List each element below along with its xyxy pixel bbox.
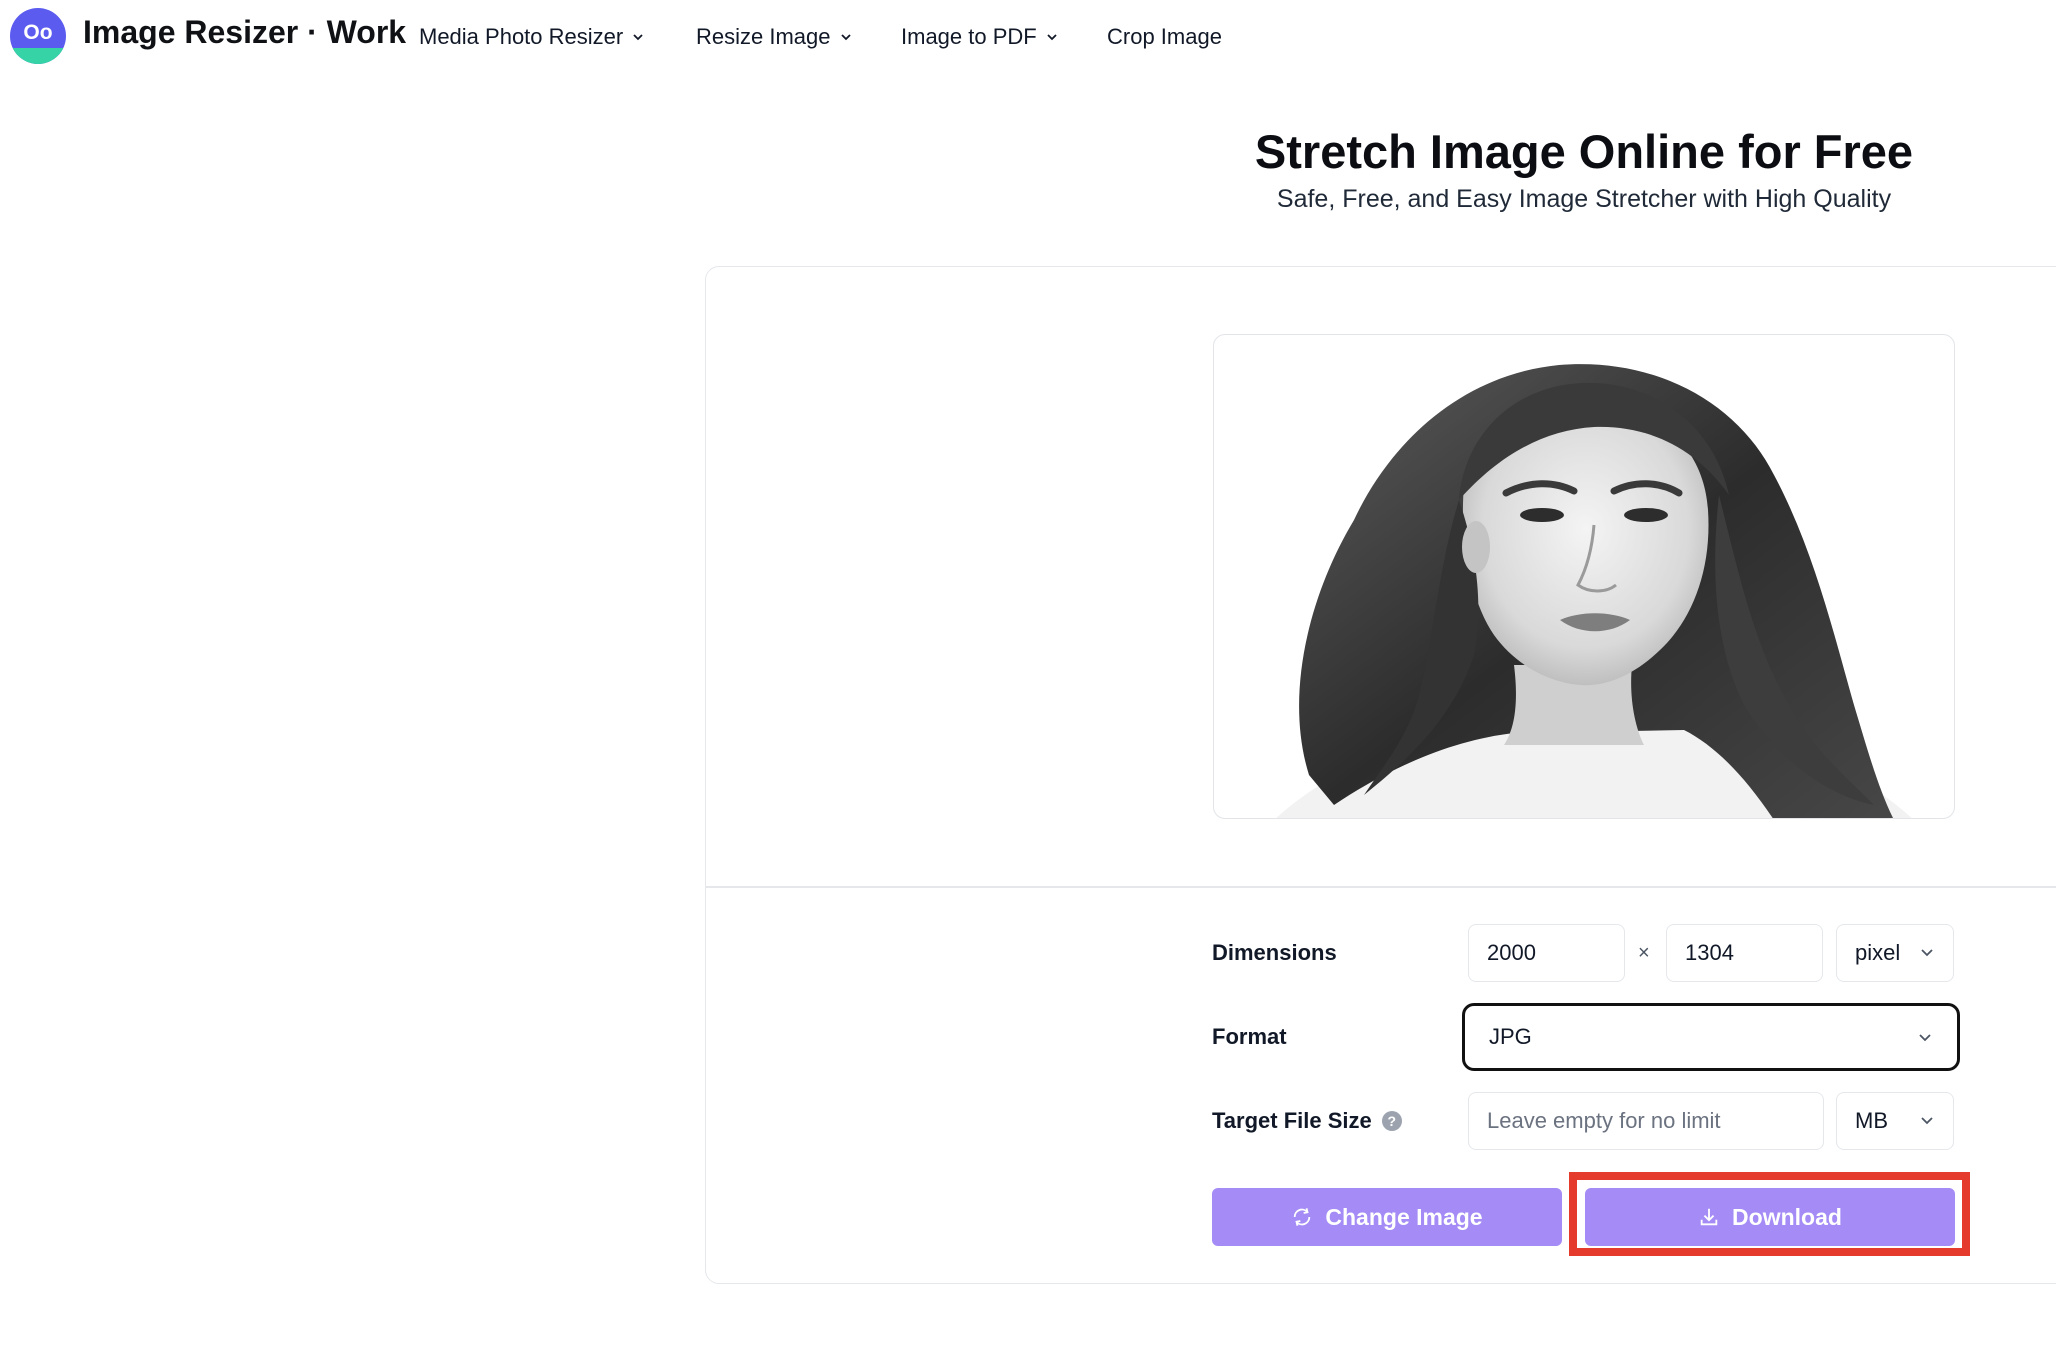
logo-text: Oo: [23, 21, 53, 44]
nav-crop-image[interactable]: Crop Image: [1107, 24, 1222, 50]
download-highlight-box: [1569, 1172, 1970, 1256]
width-value: 2000: [1487, 940, 1536, 965]
dimensions-label-text: Dimensions: [1212, 940, 1337, 965]
unit-select[interactable]: pixel: [1836, 924, 1954, 982]
format-label: Format: [1212, 1024, 1287, 1050]
height-input[interactable]: 1304: [1666, 924, 1823, 982]
target-size-placeholder: Leave empty for no limit: [1487, 1108, 1721, 1133]
chevron-down-icon: [1919, 1034, 1931, 1042]
page-title: Stretch Image Online for Free: [1254, 125, 1914, 178]
nav-label: Crop Image: [1107, 24, 1222, 49]
nav-image-to-pdf[interactable]: Image to PDF: [901, 24, 1059, 50]
target-size-label-text: Target File Size: [1212, 1108, 1372, 1133]
chevron-down-icon: [1921, 1117, 1933, 1125]
size-unit-select[interactable]: MB: [1836, 1092, 1954, 1150]
target-size-input[interactable]: Leave empty for no limit: [1468, 1092, 1824, 1150]
portrait-image: [1276, 364, 1912, 818]
chevron-down-icon: [840, 34, 851, 41]
brand-name[interactable]: Image Resizer · Work: [83, 14, 406, 51]
target-size-label: Target File Size ?: [1212, 1108, 1402, 1134]
dimensions-label: Dimensions: [1212, 940, 1337, 966]
card-divider: [706, 886, 2056, 888]
change-image-button[interactable]: Change Image: [1212, 1188, 1562, 1246]
nav-media-photo-resizer[interactable]: Media Photo Resizer: [419, 24, 645, 50]
help-icon[interactable]: ?: [1381, 1111, 1402, 1131]
change-image-label: Change Image: [1325, 1203, 1483, 1230]
top-nav-bar: Oo Image Resizer · Work Media Photo Resi…: [0, 0, 2056, 76]
size-unit-value: MB: [1855, 1108, 1888, 1133]
image-preview: [1213, 334, 1955, 819]
logo-band: [10, 48, 66, 64]
nav-label: Media Photo Resizer: [419, 24, 624, 49]
nav-label: Resize Image: [696, 24, 831, 49]
nav-label: Image to PDF: [901, 24, 1037, 49]
unit-value: pixel: [1855, 940, 1901, 965]
format-value: JPG: [1489, 1024, 1532, 1049]
logo-icon[interactable]: Oo: [10, 8, 66, 64]
width-input[interactable]: 2000: [1468, 924, 1625, 982]
chevron-down-icon: [1921, 949, 1933, 957]
nav-resize-image[interactable]: Resize Image: [696, 24, 853, 50]
page-subtitle: Safe, Free, and Easy Image Stretcher wit…: [1276, 185, 1892, 213]
chevron-down-icon: [633, 34, 643, 41]
format-label-text: Format: [1212, 1024, 1287, 1049]
refresh-icon: [1294, 1208, 1311, 1226]
times-symbol: ×: [1638, 942, 1650, 964]
format-select[interactable]: JPG: [1462, 1003, 1960, 1071]
chevron-down-icon: [1047, 34, 1057, 41]
height-value: 1304: [1685, 940, 1734, 965]
